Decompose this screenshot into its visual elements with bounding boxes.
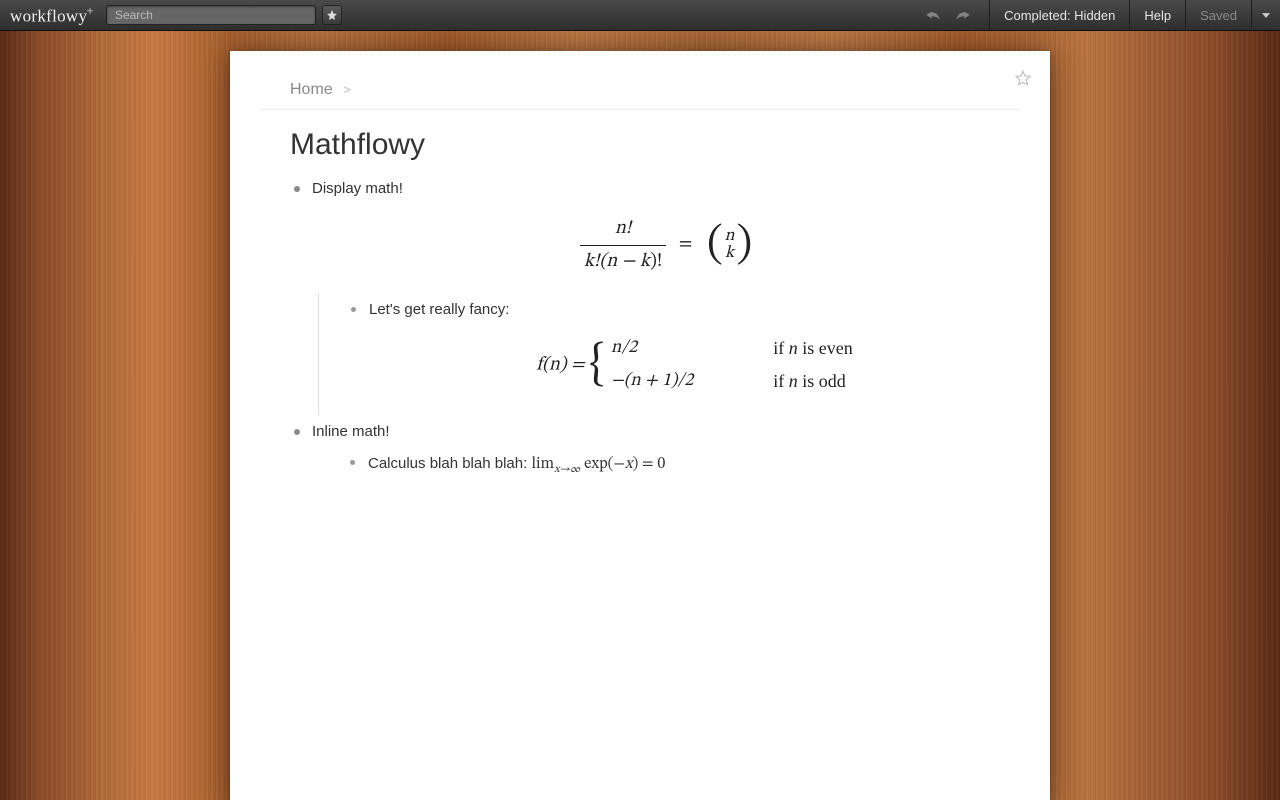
outline-root: Display math! n! k!(n − k)! = ( n k )	[260, 178, 1020, 488]
frac-den-post: )!	[650, 252, 662, 271]
saved-status: Saved	[1185, 0, 1251, 31]
case1-post: is even	[798, 338, 853, 358]
saved-label: Saved	[1200, 8, 1237, 23]
binom-top: n	[725, 228, 735, 246]
undo-icon[interactable]	[925, 9, 941, 21]
app-logo[interactable]: workflowy+	[10, 3, 94, 27]
case2-val: −(n + 1)/2	[611, 372, 693, 390]
display-math-cases: f(n) = { n/2 if n is even −(n + 1)/2 if …	[369, 335, 1020, 395]
exp: exp(−	[580, 456, 625, 472]
item-label: Display math!	[312, 180, 403, 197]
exp-var: x	[625, 456, 633, 472]
case2-post: is odd	[798, 371, 846, 391]
lim-sub: x→∞	[554, 464, 580, 475]
lim: lim	[531, 456, 554, 472]
star-icon	[326, 9, 338, 21]
case1-val: n/2	[611, 339, 637, 357]
case2-var: n	[789, 371, 798, 391]
document-page: Home > Mathflowy Display math! n! k!(n −…	[230, 51, 1050, 800]
frac-num: n!	[615, 219, 631, 238]
brace-icon: {	[589, 346, 605, 384]
topbar: workflowy+ Completed: Hidden Help Saved	[0, 0, 1280, 31]
completed-label: Completed: Hidden	[1004, 8, 1115, 23]
star-outline-icon	[1014, 69, 1032, 87]
inline-prefix: Calculus blah blah blah:	[368, 455, 531, 472]
paren-right: )	[736, 227, 752, 264]
paren-left: (	[707, 227, 723, 264]
list-item[interactable]: Calculus blah blah blah: limx→∞ exp(−x) …	[346, 452, 1020, 479]
toolbar-star-button[interactable]	[322, 5, 342, 25]
frac-den-pre: k!(	[584, 252, 606, 271]
menu-dropdown[interactable]	[1251, 0, 1280, 31]
completed-toggle[interactable]: Completed: Hidden	[989, 0, 1129, 31]
cases-lhs: f(n) =	[536, 356, 589, 375]
breadcrumb: Home >	[260, 81, 1020, 110]
list-item[interactable]: Display math! n! k!(n − k)! = ( n k )	[290, 178, 1020, 415]
binom-bot: k	[725, 245, 734, 263]
fraction: n! k!(n − k)!	[580, 215, 667, 277]
list-item[interactable]: Inline math! Calculus blah blah blah: li…	[290, 421, 1020, 488]
plus-icon: +	[86, 3, 94, 18]
chevron-down-icon	[1262, 13, 1270, 18]
app-logo-text: workflowy	[10, 7, 87, 26]
case1-if: if	[773, 338, 789, 358]
item-label: Let's get really fancy:	[369, 301, 509, 318]
redo-icon[interactable]	[955, 9, 971, 21]
display-math-binomial: n! k!(n − k)! = ( n k )	[312, 215, 1020, 277]
equals: =	[679, 235, 693, 254]
page-star-button[interactable]	[1014, 69, 1032, 92]
item-label: Inline math!	[312, 423, 390, 440]
page-title[interactable]: Mathflowy	[260, 128, 1020, 162]
undo-redo-group	[925, 9, 971, 21]
search-input[interactable]	[106, 5, 316, 25]
breadcrumb-home[interactable]: Home	[290, 81, 333, 98]
help-button[interactable]: Help	[1129, 0, 1185, 31]
exp-rest: ) = 0	[633, 456, 666, 472]
case2-if: if	[773, 371, 789, 391]
list-item[interactable]: Let's get really fancy: f(n) = { n/2 if …	[347, 299, 1020, 396]
inline-math-limit: limx→∞ exp(−x) = 0	[531, 456, 665, 472]
breadcrumb-sep: >	[343, 82, 351, 97]
case1-var: n	[789, 338, 798, 358]
help-label: Help	[1144, 8, 1171, 23]
frac-den-nk: n − k	[606, 252, 650, 271]
binomial: ( n k )	[707, 227, 752, 264]
